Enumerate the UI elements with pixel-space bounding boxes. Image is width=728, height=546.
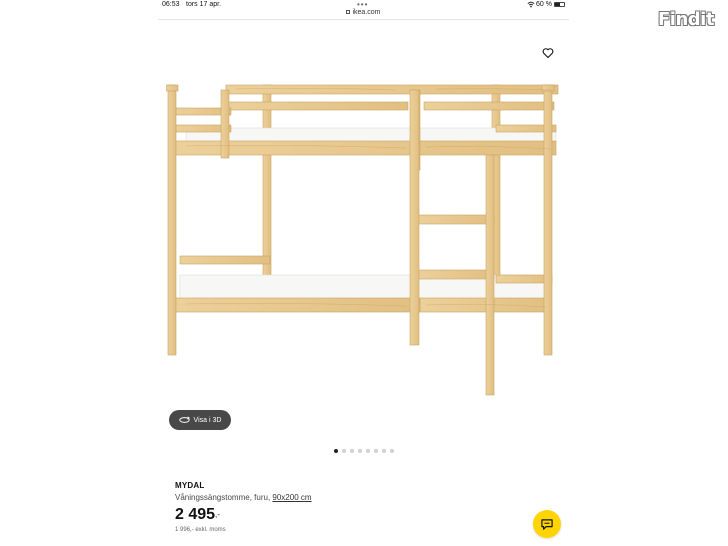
- wifi-icon: [527, 1, 535, 8]
- address-bar[interactable]: ikea.com: [158, 9, 569, 19]
- product-name: MYDAL: [175, 481, 205, 490]
- header-divider: [158, 19, 569, 20]
- url-text[interactable]: ikea.com: [352, 9, 380, 16]
- product-price: 2 495,-: [175, 506, 220, 524]
- rotate-3d-icon: [178, 416, 190, 423]
- multitask-dots[interactable]: •••: [357, 0, 368, 9]
- pagination-dot[interactable]: [366, 449, 370, 453]
- price-excl-vat: 1 996,- exkl. moms: [175, 527, 226, 533]
- pagination-dot[interactable]: [374, 449, 378, 453]
- favorite-heart-icon[interactable]: [542, 47, 554, 59]
- pagination-dot[interactable]: [382, 449, 386, 453]
- pagination-dot[interactable]: [334, 449, 338, 453]
- battery-icon: [554, 2, 565, 7]
- view-in-3d-button[interactable]: Visa i 3D: [169, 410, 231, 430]
- chat-button[interactable]: [533, 510, 561, 538]
- findit-logo: Findit: [658, 9, 714, 30]
- product-image-bunk-bed[interactable]: [166, 80, 564, 398]
- pagination-dot[interactable]: [358, 449, 362, 453]
- view-in-3d-label: Visa i 3D: [193, 416, 222, 424]
- image-pagination[interactable]: [334, 449, 394, 453]
- size-link[interactable]: 90x200 cm: [272, 493, 311, 502]
- lock-icon: [346, 10, 351, 14]
- status-date: tors 17 apr.: [186, 1, 222, 8]
- pagination-dot[interactable]: [342, 449, 346, 453]
- chat-bubble-icon: [541, 518, 553, 530]
- mobile-screen: 06:53 tors 17 apr. ••• 60 % ikea.com Vis…: [158, 0, 569, 546]
- price-value: 2 495: [175, 506, 216, 523]
- pagination-dot[interactable]: [350, 449, 354, 453]
- product-type: Våningssängstomme, furu,: [175, 493, 271, 502]
- battery-percent: 60 %: [536, 1, 552, 8]
- pagination-dot[interactable]: [390, 449, 394, 453]
- price-suffix: ,-: [215, 510, 220, 519]
- status-time: 06:53: [162, 1, 180, 8]
- product-description: Våningssängstomme, furu, 90x200 cm: [175, 493, 312, 502]
